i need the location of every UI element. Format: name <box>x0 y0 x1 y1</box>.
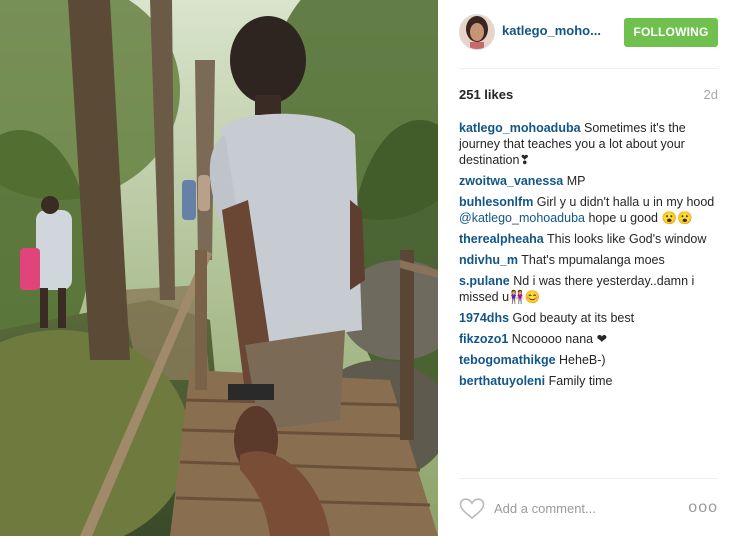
user-avatar[interactable] <box>459 14 495 50</box>
comment-text: MP <box>563 174 586 188</box>
post-sidebar: katlego_moho... FOLLOWING 251 likes 2d k… <box>438 0 735 536</box>
comment-item: ndivhu_m That's mpumalanga moes <box>459 252 721 268</box>
comment-text: Girl y u didn't halla u in my hood <box>533 195 715 209</box>
comment-mention[interactable]: @katlego_mohoaduba <box>459 211 585 225</box>
comment-item: therealpheaha This looks like God's wind… <box>459 231 721 247</box>
comment-text: God beauty at its best <box>509 311 635 325</box>
comment-item: tebogomathikge HeheB-) <box>459 352 721 368</box>
comment-username[interactable]: buhlesonlfm <box>459 195 533 209</box>
post-username[interactable]: katlego_moho... <box>502 23 601 38</box>
comment-username[interactable]: therealpheaha <box>459 232 544 246</box>
comments-list: katlego_mohoaduba Sometimes it's the jou… <box>459 120 721 394</box>
comment-text: HeheB-) <box>555 353 606 367</box>
comment-text: Family time <box>545 374 613 388</box>
comment-item: fikzozo1 Ncooooo nana ❤ <box>459 331 721 347</box>
add-comment-input[interactable]: Add a comment... <box>494 501 596 516</box>
post-footer: Add a comment... ooo <box>438 479 735 536</box>
post-photo[interactable] <box>0 0 438 536</box>
comment-username[interactable]: fikzozo1 <box>459 332 508 346</box>
comment-item: berthatuyoleni Family time <box>459 373 721 389</box>
more-options-icon[interactable]: ooo <box>688 499 718 517</box>
following-button[interactable]: FOLLOWING <box>624 18 718 47</box>
post-timestamp[interactable]: 2d <box>704 87 718 102</box>
post-header: katlego_moho... FOLLOWING <box>438 0 735 68</box>
comment-username[interactable]: tebogomathikge <box>459 353 556 367</box>
heart-icon[interactable] <box>459 498 485 520</box>
comment-username[interactable]: berthatuyoleni <box>459 374 545 388</box>
comment-text: Ncooooo nana ❤ <box>508 332 608 346</box>
comment-username[interactable]: s.pulane <box>459 274 510 288</box>
comment-text: This looks like God's window <box>543 232 707 246</box>
comment-item: s.pulane Nd i was there yesterday..damn … <box>459 273 721 305</box>
comment-text: That's mpumalanga moes <box>518 253 665 267</box>
header-divider <box>459 68 718 69</box>
likes-count[interactable]: 251 likes <box>459 87 513 102</box>
comment-username[interactable]: katlego_mohoaduba <box>459 121 581 135</box>
comment-username[interactable]: ndivhu_m <box>459 253 518 267</box>
comment-item: buhlesonlfm Girl y u didn't halla u in m… <box>459 194 721 226</box>
comment-item: zwoitwa_vanessa MP <box>459 173 721 189</box>
comment-username[interactable]: 1974dhs <box>459 311 509 325</box>
comment-item: katlego_mohoaduba Sometimes it's the jou… <box>459 120 721 168</box>
comment-text: hope u good 😮😮 <box>584 211 693 225</box>
comment-username[interactable]: zwoitwa_vanessa <box>459 174 563 188</box>
comment-item: 1974dhs God beauty at its best <box>459 310 721 326</box>
